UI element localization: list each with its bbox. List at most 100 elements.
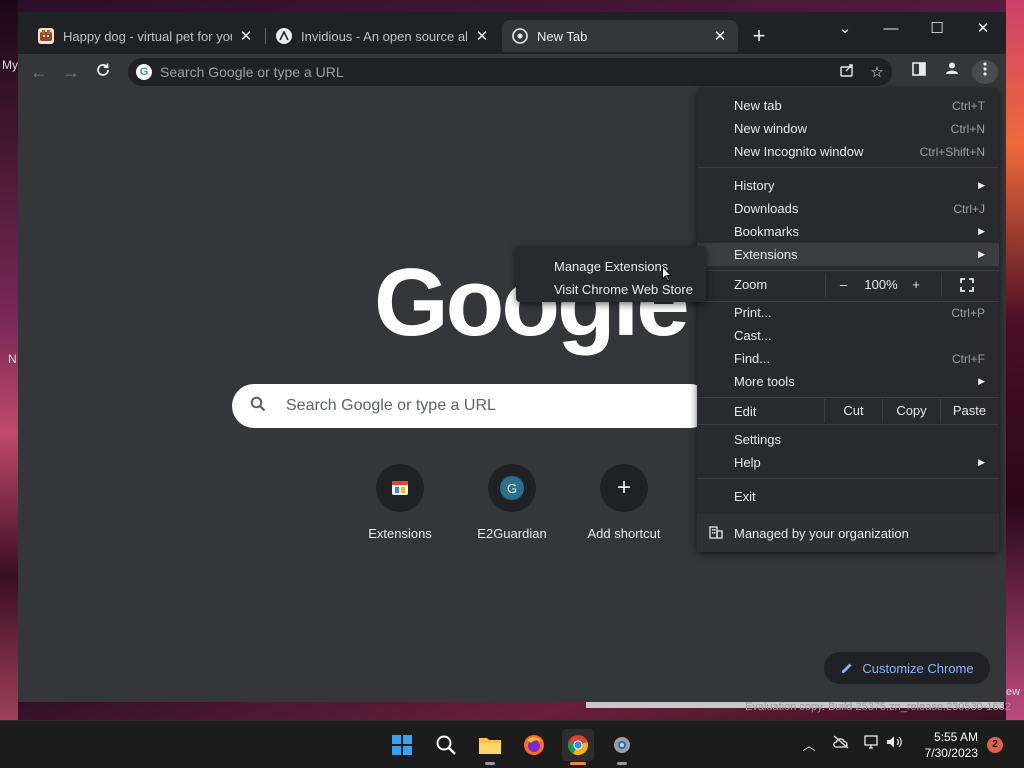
chrome-favicon-icon [512,28,528,44]
bookmark-star-icon[interactable]: ☆ [862,63,892,81]
volume-icon[interactable] [884,735,906,752]
submenu-arrow-icon: ▶ [978,376,985,386]
maximize-button[interactable]: ☐ [914,16,960,42]
menu-zoom-row: Zoom – 100% + [697,273,999,297]
notification-badge[interactable]: 2 [987,737,1003,753]
reload-icon [97,63,109,76]
folder-icon [479,738,501,754]
menu-separator [697,167,999,168]
chrome-main-menu: New tab Ctrl+T New window Ctrl+N New Incog… [697,88,999,552]
e2guardian-letter-icon: G [488,464,536,512]
back-button[interactable]: ← [26,60,52,84]
close-tab-icon[interactable]: ✕ [474,27,490,45]
profile-icon[interactable] [939,60,965,84]
shortcut-extensions[interactable]: Extensions [344,464,456,541]
menu-separator [697,424,999,425]
menu-item-history[interactable]: History ▶ [697,174,999,197]
close-window-button[interactable]: ✕ [960,16,1006,42]
menu-item-settings[interactable]: Settings [697,428,999,451]
search-icon [436,735,456,755]
start-button[interactable] [386,729,418,761]
settings-taskbar-button[interactable] [606,729,638,765]
zoom-level: 100% [864,277,898,292]
desktop-edge-text: ew [1006,686,1021,698]
menu-item-cast[interactable]: Cast... [697,324,999,347]
menu-item-incognito[interactable]: New Incognito window Ctrl+Shift+N [697,140,999,163]
ntp-search-placeholder: Search Google or type a URL [286,397,496,414]
network-icon[interactable] [862,735,884,752]
fullscreen-button[interactable] [941,273,991,297]
side-panel-icon[interactable] [906,60,932,84]
tab-search-button[interactable]: ⌄ [822,16,868,42]
share-icon[interactable] [832,62,862,82]
shortcut-e2guardian[interactable]: G E2Guardian [456,464,568,541]
cut-button[interactable]: Cut [824,399,882,423]
submenu-manage-extensions[interactable]: Manage Extensions [516,255,706,278]
menu-item-new-tab[interactable]: New tab Ctrl+T [697,94,999,117]
omnibox[interactable]: G Search Google or type a URL ☆ [128,58,892,86]
reload-button[interactable] [90,60,116,84]
tab-title: New Tab [537,28,588,44]
shortcut-label: Add shortcut [587,526,661,541]
desktop-icon-label: My [2,58,18,72]
close-tab-icon[interactable]: ✕ [712,27,728,45]
tab-new-tab[interactable]: New Tab ✕ [502,20,738,52]
search-icon [250,396,272,417]
omnibox-placeholder: Search Google or type a URL [160,64,344,80]
copy-button[interactable]: Copy [882,399,940,423]
forward-button[interactable]: → [58,60,84,84]
customize-chrome-button[interactable]: Customize Chrome [824,652,990,684]
minimize-button[interactable]: — [868,16,914,42]
menu-item-managed[interactable]: Managed by your organization [697,514,999,552]
zoom-out-button[interactable]: – [825,273,861,297]
tray-overflow-chevron-icon[interactable]: ︿ [798,735,820,754]
submenu-web-store[interactable]: Visit Chrome Web Store [516,278,706,301]
file-explorer-button[interactable] [474,729,506,765]
close-tab-icon[interactable]: ✕ [238,27,254,45]
desktop-wallpaper-right [1006,0,1024,720]
menu-item-extensions[interactable]: Extensions ▶ [697,243,999,266]
tab-title: Invidious - An open source altern [301,28,468,44]
tab-invidious[interactable]: Invidious - An open source altern ✕ [266,20,500,52]
menu-separator [697,270,999,271]
menu-item-help[interactable]: Help ▶ [697,451,999,474]
menu-item-exit[interactable]: Exit [697,485,999,508]
shortcut-add[interactable]: + Add shortcut [568,464,680,541]
chrome-menu-button[interactable] [972,60,998,84]
tab-happy-dog[interactable]: Happy dog - virtual pet for you a ✕ [28,20,264,52]
firefox-button[interactable] [518,729,550,761]
extensions-submenu: Manage Extensions Visit Chrome Web Store [516,246,706,302]
menu-item-bookmarks[interactable]: Bookmarks ▶ [697,220,999,243]
windows-logo-icon [392,735,412,755]
menu-separator [697,397,999,398]
invidious-favicon-icon [276,28,292,44]
new-tab-button[interactable]: + [746,24,772,50]
tab-strip: Happy dog - virtual pet for you a ✕ Invi… [18,12,1006,54]
firefox-icon [524,735,544,755]
taskbar-clock[interactable]: 5:55 AM 7/30/2023 [914,729,978,761]
chrome-taskbar-button[interactable] [562,729,594,765]
menu-item-find[interactable]: Find... Ctrl+F [697,347,999,370]
cloud-offline-icon[interactable] [830,735,852,752]
customize-label: Customize Chrome [862,660,974,676]
ntp-search-box[interactable]: Search Google or type a URL [232,384,712,428]
clock-date: 7/30/2023 [924,746,978,760]
plus-icon: + [600,464,648,512]
submenu-arrow-icon: ▶ [978,249,985,259]
shortcut-label: Extensions [368,526,432,541]
submenu-arrow-icon: ▶ [978,226,985,236]
menu-item-print[interactable]: Print... Ctrl+P [697,301,999,324]
happy-dog-favicon-icon [38,28,54,44]
google-g-icon: G [136,64,152,80]
toolbar: ← → G Search Google or type a URL ☆ [18,54,1006,90]
paste-button[interactable]: Paste [940,399,998,423]
menu-item-new-window[interactable]: New window Ctrl+N [697,117,999,140]
zoom-in-button[interactable]: + [901,273,931,297]
menu-item-more-tools[interactable]: More tools ▶ [697,370,999,393]
building-icon [697,525,734,542]
submenu-arrow-icon: ▶ [978,180,985,190]
fullscreen-icon [959,278,974,292]
kebab-menu-icon [983,62,987,76]
menu-item-downloads[interactable]: Downloads Ctrl+J [697,197,999,220]
search-taskbar-button[interactable] [430,729,462,761]
